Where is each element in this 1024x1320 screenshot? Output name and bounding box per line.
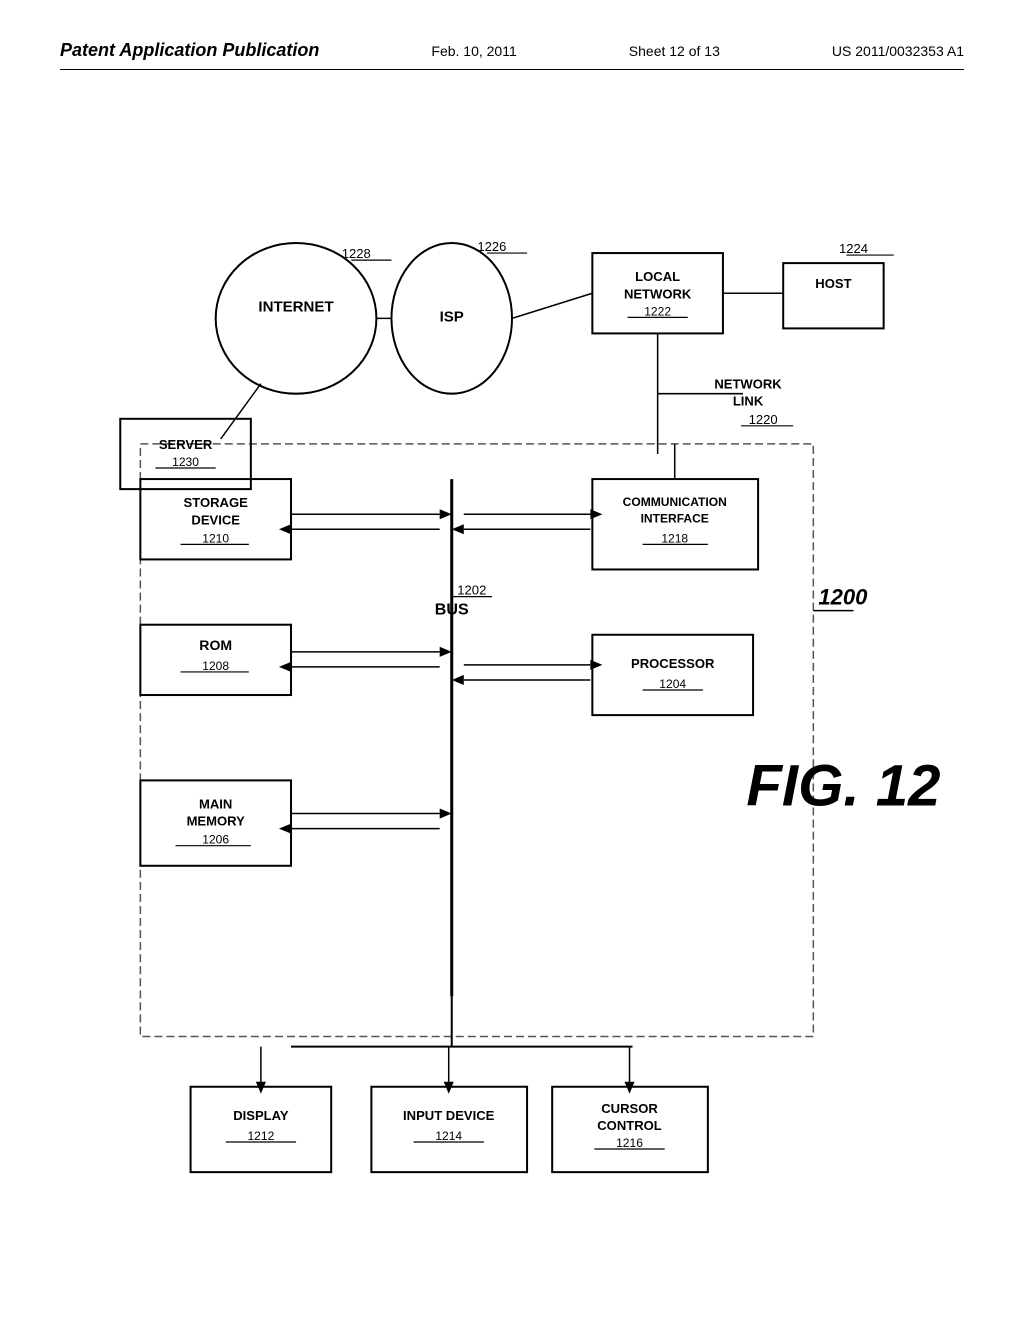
svg-text:1212: 1212 — [247, 1129, 274, 1143]
svg-text:1220: 1220 — [749, 412, 778, 427]
svg-text:1216: 1216 — [616, 1136, 643, 1150]
diagram-svg: 1200 INTERNET 1228 ISP 1226 LOCAL NETWOR… — [60, 120, 964, 1260]
svg-text:SERVER: SERVER — [159, 437, 213, 452]
svg-text:1204: 1204 — [659, 677, 686, 691]
svg-text:1214: 1214 — [435, 1129, 462, 1143]
header-sheet: Sheet 12 of 13 — [629, 43, 720, 59]
svg-text:1200: 1200 — [818, 585, 868, 610]
svg-text:1218: 1218 — [661, 531, 688, 545]
svg-text:1206: 1206 — [202, 833, 229, 847]
svg-text:1228: 1228 — [342, 246, 371, 261]
header-date: Feb. 10, 2011 — [431, 43, 516, 59]
svg-text:LINK: LINK — [733, 394, 764, 409]
svg-text:STORAGE: STORAGE — [184, 495, 249, 510]
svg-text:ROM: ROM — [199, 637, 232, 653]
svg-text:CONTROL: CONTROL — [597, 1118, 662, 1133]
svg-text:1230: 1230 — [172, 455, 199, 469]
svg-text:INTERNET: INTERNET — [258, 298, 334, 315]
svg-text:FIG. 12: FIG. 12 — [746, 754, 940, 819]
svg-text:PROCESSOR: PROCESSOR — [631, 656, 715, 671]
svg-text:INPUT DEVICE: INPUT DEVICE — [403, 1108, 495, 1123]
svg-text:NETWORK: NETWORK — [714, 377, 782, 392]
svg-text:1210: 1210 — [202, 531, 229, 545]
svg-text:ISP: ISP — [440, 308, 464, 325]
svg-text:MAIN: MAIN — [199, 797, 232, 812]
svg-text:NETWORK: NETWORK — [624, 286, 692, 301]
svg-text:1208: 1208 — [202, 659, 229, 673]
svg-text:DEVICE: DEVICE — [191, 512, 240, 527]
svg-text:CURSOR: CURSOR — [601, 1101, 658, 1116]
svg-text:MEMORY: MEMORY — [187, 814, 246, 829]
svg-text:DISPLAY: DISPLAY — [233, 1108, 289, 1123]
svg-text:1202: 1202 — [457, 583, 486, 598]
page: Patent Application Publication Feb. 10, … — [0, 0, 1024, 1320]
svg-text:1224: 1224 — [839, 241, 868, 256]
svg-text:INTERFACE: INTERFACE — [641, 511, 709, 525]
header-title: Patent Application Publication — [60, 40, 319, 61]
svg-text:1222: 1222 — [644, 304, 671, 318]
svg-text:COMMUNICATION: COMMUNICATION — [623, 495, 727, 509]
svg-text:1226: 1226 — [477, 239, 506, 254]
svg-text:HOST: HOST — [815, 276, 851, 291]
header-patent: US 2011/0032353 A1 — [832, 43, 964, 59]
header: Patent Application Publication Feb. 10, … — [60, 40, 964, 70]
diagram-area: 1200 INTERNET 1228 ISP 1226 LOCAL NETWOR… — [60, 120, 964, 1260]
svg-text:LOCAL: LOCAL — [635, 269, 680, 284]
